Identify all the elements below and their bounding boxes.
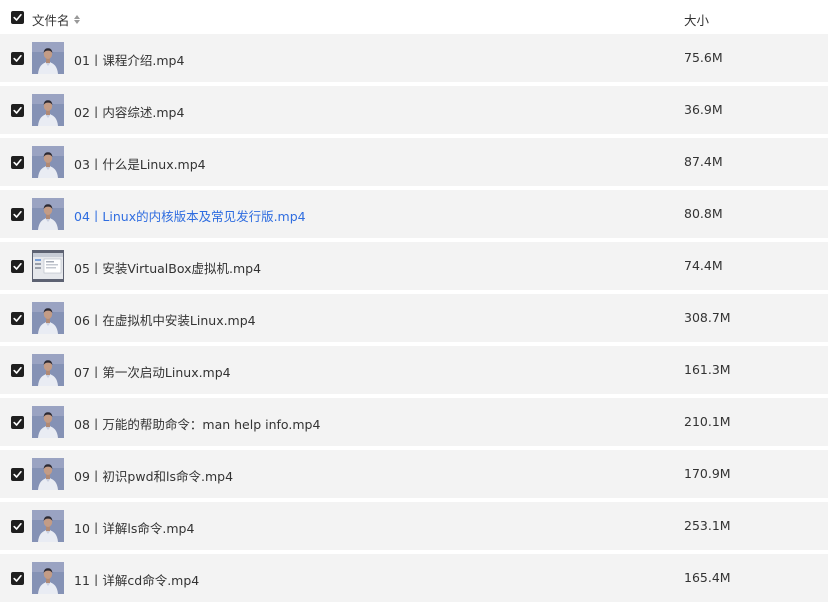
checkmark-icon — [13, 366, 22, 374]
video-thumbnail — [32, 562, 64, 594]
file-row[interactable]: 08丨万能的帮助命令：man help info.mp4 210.1M — [0, 398, 828, 446]
presenter-thumbnail-icon — [32, 42, 64, 74]
checkmark-icon — [13, 418, 22, 426]
file-row[interactable]: 02丨内容综述.mp4 36.9M — [0, 86, 828, 134]
file-name[interactable]: 10丨详解ls命令.mp4 — [74, 518, 194, 537]
checkmark-icon — [13, 574, 22, 582]
video-thumbnail — [32, 94, 64, 126]
file-name[interactable]: 06丨在虚拟机中安装Linux.mp4 — [74, 310, 256, 329]
checkmark-icon — [13, 54, 22, 62]
file-row[interactable]: 07丨第一次启动Linux.mp4 161.3M — [0, 346, 828, 394]
file-row[interactable]: 01丨课程介绍.mp4 75.6M — [0, 34, 828, 82]
file-row[interactable]: 09丨初识pwd和ls命令.mp4 170.9M — [0, 450, 828, 498]
file-size: 170.9M — [684, 466, 731, 481]
file-size: 80.8M — [684, 206, 723, 221]
presenter-thumbnail-icon — [32, 302, 64, 334]
file-name[interactable]: 01丨课程介绍.mp4 — [74, 50, 184, 69]
video-thumbnail — [32, 42, 64, 74]
row-checkbox[interactable] — [11, 259, 24, 273]
file-size: 210.1M — [684, 414, 731, 429]
file-row[interactable]: 04丨Linux的内核版本及常见发行版.mp4 80.8M — [0, 190, 828, 238]
checkmark-icon — [13, 262, 22, 270]
sort-icon[interactable] — [73, 14, 82, 26]
video-thumbnail — [32, 510, 64, 542]
video-thumbnail — [32, 302, 64, 334]
row-checkbox[interactable] — [11, 519, 24, 533]
checkmark-icon — [13, 522, 22, 530]
file-size: 74.4M — [684, 258, 723, 273]
table-header: 文件名 大小 — [0, 0, 828, 36]
file-name[interactable]: 11丨详解cd命令.mp4 — [74, 570, 199, 589]
presenter-thumbnail-icon — [32, 406, 64, 438]
checkmark-icon — [13, 314, 22, 322]
presenter-thumbnail-icon — [32, 458, 64, 490]
file-row[interactable]: 03丨什么是Linux.mp4 87.4M — [0, 138, 828, 186]
file-size: 75.6M — [684, 50, 723, 65]
row-checkbox[interactable] — [11, 207, 24, 221]
video-thumbnail — [32, 354, 64, 386]
file-size: 36.9M — [684, 102, 723, 117]
video-thumbnail — [32, 458, 64, 490]
screen-thumbnail-icon — [32, 250, 64, 282]
checkmark-icon — [13, 470, 22, 478]
file-name[interactable]: 07丨第一次启动Linux.mp4 — [74, 362, 231, 381]
file-size: 253.1M — [684, 518, 731, 533]
file-row[interactable]: 10丨详解ls命令.mp4 253.1M — [0, 502, 828, 550]
row-checkbox[interactable] — [11, 103, 24, 117]
checkmark-icon — [13, 14, 22, 21]
file-name[interactable]: 09丨初识pwd和ls命令.mp4 — [74, 466, 233, 485]
file-name[interactable]: 08丨万能的帮助命令：man help info.mp4 — [74, 414, 320, 433]
row-checkbox[interactable] — [11, 571, 24, 585]
select-all-checkbox[interactable] — [11, 11, 24, 24]
name-column-label: 文件名 — [32, 13, 70, 28]
file-name[interactable]: 03丨什么是Linux.mp4 — [74, 154, 206, 173]
row-checkbox[interactable] — [11, 415, 24, 429]
file-name[interactable]: 02丨内容综述.mp4 — [74, 102, 184, 121]
file-list: 01丨课程介绍.mp4 75.6M 02丨内容综述.mp4 36.9M 03丨什… — [0, 34, 828, 606]
file-size: 87.4M — [684, 154, 723, 169]
name-column-header[interactable]: 文件名 — [32, 10, 82, 29]
file-size: 308.7M — [684, 310, 731, 325]
row-checkbox[interactable] — [11, 311, 24, 325]
row-checkbox[interactable] — [11, 363, 24, 377]
file-size: 165.4M — [684, 570, 731, 585]
presenter-thumbnail-icon — [32, 510, 64, 542]
video-thumbnail — [32, 250, 64, 282]
presenter-thumbnail-icon — [32, 94, 64, 126]
video-thumbnail — [32, 146, 64, 178]
file-row[interactable]: 05丨安装VirtualBox虚拟机.mp4 74.4M — [0, 242, 828, 290]
file-size: 161.3M — [684, 362, 731, 377]
presenter-thumbnail-icon — [32, 354, 64, 386]
row-checkbox[interactable] — [11, 51, 24, 65]
file-name[interactable]: 04丨Linux的内核版本及常见发行版.mp4 — [74, 206, 306, 225]
row-checkbox[interactable] — [11, 155, 24, 169]
video-thumbnail — [32, 406, 64, 438]
presenter-thumbnail-icon — [32, 562, 64, 594]
presenter-thumbnail-icon — [32, 146, 64, 178]
checkmark-icon — [13, 210, 22, 218]
presenter-thumbnail-icon — [32, 198, 64, 230]
file-row[interactable]: 06丨在虚拟机中安装Linux.mp4 308.7M — [0, 294, 828, 342]
checkmark-icon — [13, 158, 22, 166]
size-column-header: 大小 — [684, 13, 710, 28]
row-checkbox[interactable] — [11, 467, 24, 481]
file-name[interactable]: 05丨安装VirtualBox虚拟机.mp4 — [74, 258, 261, 277]
video-thumbnail — [32, 198, 64, 230]
checkmark-icon — [13, 106, 22, 114]
file-row[interactable]: 11丨详解cd命令.mp4 165.4M — [0, 554, 828, 602]
